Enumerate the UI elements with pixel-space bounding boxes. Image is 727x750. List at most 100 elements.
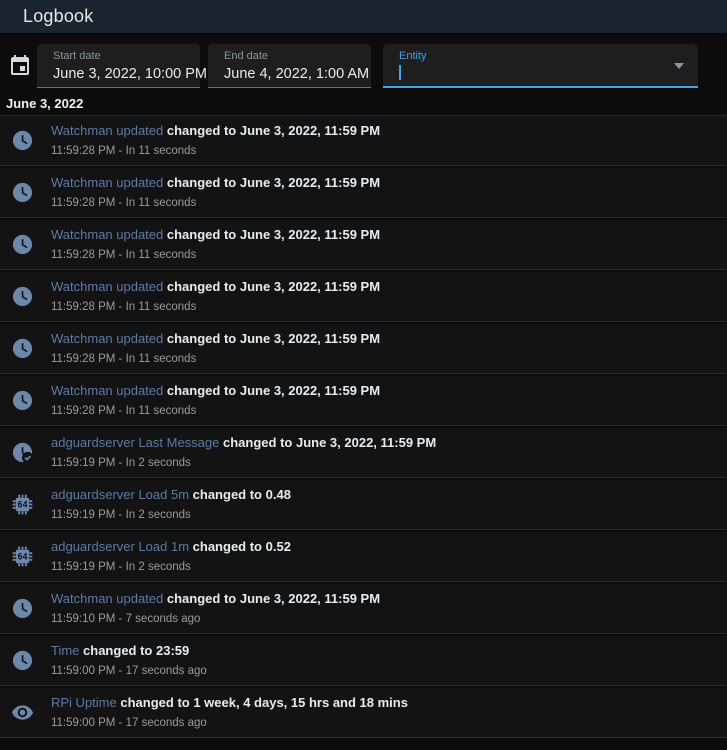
entity-link[interactable]: Time <box>51 643 79 658</box>
entry-timestamp: 11:59:00 PM - 17 seconds ago <box>51 665 207 677</box>
page-title: Logbook <box>23 6 94 26</box>
entry-action: changed to <box>166 175 237 190</box>
entity-link[interactable]: RPi Uptime <box>51 695 117 710</box>
cpu-64-bit-icon: 64 <box>10 492 35 517</box>
entry-state: 0.48 <box>265 487 291 502</box>
entry-message: adguardserver Load 5m changed to 0.48 <box>51 486 291 504</box>
svg-text:64: 64 <box>17 501 27 511</box>
entity-link[interactable]: Watchman updated <box>51 331 163 346</box>
cpu-64-bit-icon: 64 <box>10 544 35 569</box>
entity-link[interactable]: Watchman updated <box>51 591 163 606</box>
clock-icon <box>10 336 35 361</box>
start-date-field[interactable]: Start date June 3, 2022, 10:00 PM <box>37 44 207 88</box>
logbook-entry: Watchman updated changed to June 3, 2022… <box>0 116 727 166</box>
entry-timestamp: 11:59:28 PM - In 11 seconds <box>51 249 197 261</box>
entry-action: changed to <box>83 643 153 658</box>
entry-timestamp: 11:59:10 PM - 7 seconds ago <box>51 613 201 625</box>
entry-timestamp: 11:59:28 PM - In 11 seconds <box>51 197 197 209</box>
entity-link[interactable]: adguardserver Load 1m <box>51 539 189 554</box>
start-date-value: June 3, 2022, 10:00 PM <box>53 66 207 82</box>
entry-message: Watchman updated changed to June 3, 2022… <box>51 278 380 296</box>
entry-state: June 3, 2022, 11:59 PM <box>295 435 437 450</box>
entry-action: changed to <box>166 123 237 138</box>
clock-check-icon <box>10 440 35 465</box>
entry-message: RPi Uptime changed to 1 week, 4 days, 15… <box>51 694 408 712</box>
entry-action: changed to <box>166 591 237 606</box>
entry-message: adguardserver Load 1m changed to 0.52 <box>51 538 291 556</box>
logbook-entry: Watchman updated changed to June 3, 2022… <box>0 168 727 218</box>
logbook-entry: Watchman updated changed to June 3, 2022… <box>0 272 727 322</box>
entry-state: June 3, 2022, 11:59 PM <box>239 227 381 242</box>
end-date-label: End date <box>224 50 269 62</box>
entry-message: Watchman updated changed to June 3, 2022… <box>51 590 380 608</box>
filter-bar: Start date June 3, 2022, 10:00 PM End da… <box>0 44 727 88</box>
logbook-entry: RPi Uptime changed to 1 week, 4 days, 15… <box>0 688 727 738</box>
entry-state: 23:59 <box>156 643 190 658</box>
entry-message: Watchman updated changed to June 3, 2022… <box>51 330 380 348</box>
start-date-label: Start date <box>53 50 101 62</box>
entry-state: June 3, 2022, 11:59 PM <box>239 279 381 294</box>
logbook-entry: 64 adguardserver Load 5m changed to 0.48… <box>0 480 727 530</box>
entry-state: June 3, 2022, 11:59 PM <box>239 383 381 398</box>
eye-icon <box>10 700 35 725</box>
logbook-entry: adguardserver Last Message changed to Ju… <box>0 428 727 478</box>
logbook-entry: 64 adguardserver Load 1m changed to 0.52… <box>0 532 727 582</box>
entry-timestamp: 11:59:19 PM - In 2 seconds <box>51 457 191 469</box>
entity-link[interactable]: Watchman updated <box>51 175 163 190</box>
entry-timestamp: 11:59:28 PM - In 11 seconds <box>51 301 197 313</box>
logbook-entry: Watchman updated changed to June 3, 2022… <box>0 584 727 634</box>
entry-action: changed to <box>223 435 293 450</box>
entry-message: Watchman updated changed to June 3, 2022… <box>51 174 380 192</box>
clock-icon <box>10 180 35 205</box>
chevron-down-icon[interactable] <box>674 63 684 69</box>
end-date-field[interactable]: End date June 4, 2022, 1:00 AM <box>208 44 371 88</box>
entry-timestamp: 11:59:19 PM - In 2 seconds <box>51 509 191 521</box>
entry-message: Time changed to 23:59 <box>51 642 207 660</box>
entry-action: changed to <box>166 331 237 346</box>
entry-message: Watchman updated changed to June 3, 2022… <box>51 122 380 140</box>
entry-state: 1 week, 4 days, 15 hrs and 18 mins <box>193 695 408 710</box>
entry-state: June 3, 2022, 11:59 PM <box>239 331 381 346</box>
clock-icon <box>10 232 35 257</box>
entry-state: June 3, 2022, 11:59 PM <box>239 175 381 190</box>
entry-state: 0.52 <box>265 539 291 554</box>
logbook-entry: Watchman updated changed to June 3, 2022… <box>0 324 727 374</box>
clock-icon <box>10 648 35 673</box>
entity-link[interactable]: adguardserver Load 5m <box>51 487 189 502</box>
text-cursor <box>399 65 401 80</box>
entry-action: changed to <box>192 539 262 554</box>
entity-link[interactable]: Watchman updated <box>51 279 163 294</box>
entity-link[interactable]: Watchman updated <box>51 227 163 242</box>
entry-state: June 3, 2022, 11:59 PM <box>239 123 381 138</box>
entry-action: changed to <box>166 383 237 398</box>
entry-timestamp: 11:59:19 PM - In 2 seconds <box>51 561 191 573</box>
entry-action: changed to <box>192 487 262 502</box>
entry-message: adguardserver Last Message changed to Ju… <box>51 434 436 452</box>
logbook-list: Watchman updated changed to June 3, 2022… <box>0 115 727 738</box>
logbook-entry: Time changed to 23:59 11:59:00 PM - 17 s… <box>0 636 727 686</box>
entity-label: Entity <box>399 50 427 62</box>
entity-link[interactable]: Watchman updated <box>51 123 163 138</box>
clock-icon <box>10 596 35 621</box>
clock-icon <box>10 128 35 153</box>
entry-timestamp: 11:59:28 PM - In 11 seconds <box>51 405 197 417</box>
entity-link[interactable]: Watchman updated <box>51 383 163 398</box>
svg-text:64: 64 <box>17 553 27 563</box>
entity-combobox[interactable]: Entity <box>383 44 698 88</box>
entry-message: Watchman updated changed to June 3, 2022… <box>51 382 380 400</box>
entry-timestamp: 11:59:28 PM - In 11 seconds <box>51 353 197 365</box>
entry-action: changed to <box>166 279 237 294</box>
date-header: June 3, 2022 <box>6 96 84 111</box>
logbook-entry: Watchman updated changed to June 3, 2022… <box>0 376 727 426</box>
entity-link[interactable]: adguardserver Last Message <box>51 435 219 450</box>
entry-state: June 3, 2022, 11:59 PM <box>239 591 381 606</box>
clock-icon <box>10 388 35 413</box>
end-date-value: June 4, 2022, 1:00 AM <box>224 66 370 82</box>
entry-timestamp: 11:59:28 PM - In 11 seconds <box>51 145 197 157</box>
logbook-entry: Watchman updated changed to June 3, 2022… <box>0 220 727 270</box>
entry-timestamp: 11:59:00 PM - 17 seconds ago <box>51 717 207 729</box>
clock-icon <box>10 284 35 309</box>
entry-action: changed to <box>166 227 237 242</box>
calendar-icon[interactable] <box>7 54 32 79</box>
entry-action: changed to <box>120 695 190 710</box>
